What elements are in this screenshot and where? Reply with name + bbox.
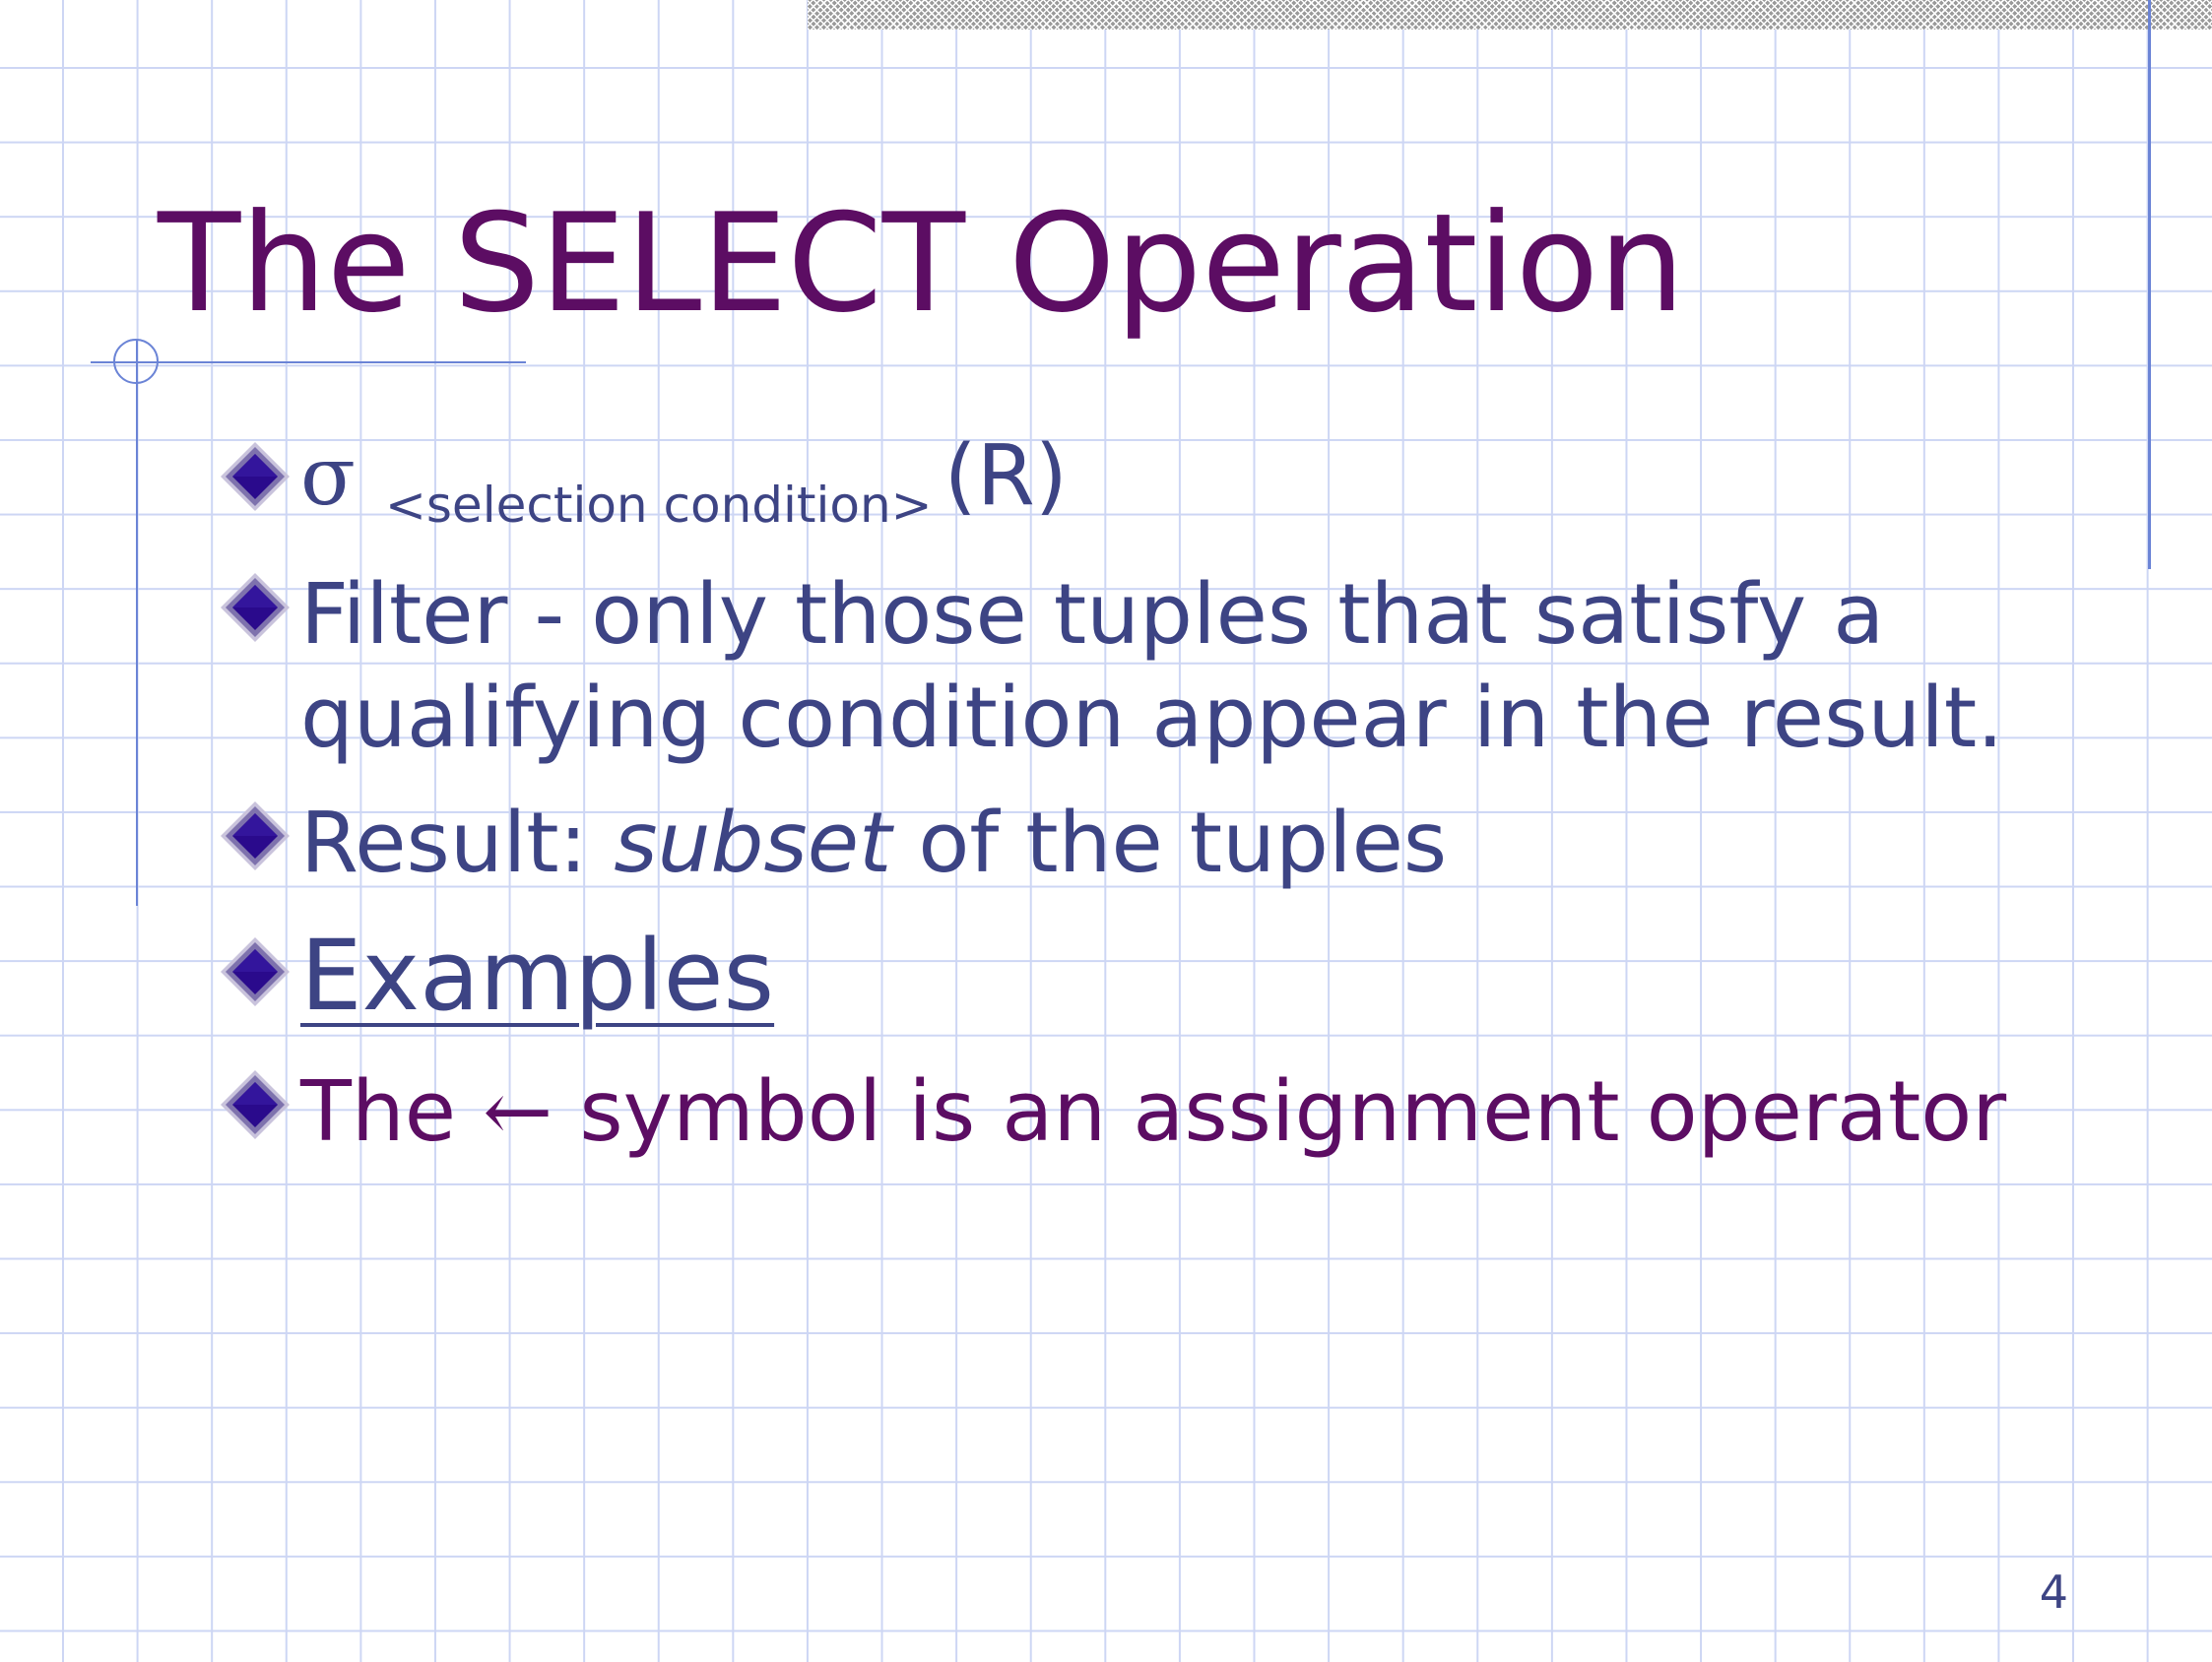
page-number: 4: [2039, 1566, 2068, 1619]
subset-emphasis: subset: [614, 795, 892, 892]
diamond-bullet-icon: [221, 573, 290, 642]
result-suffix: of the tuples: [891, 795, 1448, 892]
assignment-prefix: The: [300, 1063, 484, 1161]
selection-condition-subscript: <selection condition>: [384, 477, 933, 534]
diamond-bullet-icon: [221, 1070, 290, 1139]
result-prefix: Result:: [300, 795, 615, 892]
left-vertical-rule: [136, 340, 138, 906]
relation-argument: (R): [943, 427, 1068, 525]
left-arrow-symbol: ←: [483, 1063, 553, 1161]
bullet-filter-line-1: Filter - only those tuples that satisfy …: [300, 566, 1885, 664]
bullet-assignment-operator: The ← symbol is an assignment operator: [300, 1061, 2006, 1164]
diamond-bullet-icon: [221, 442, 290, 511]
diamond-bullet-icon: [221, 801, 290, 870]
bullet-examples: Examples: [300, 926, 774, 1033]
assignment-suffix: symbol is an assignment operator: [553, 1063, 2007, 1161]
bullet-selection-syntax: σ <selection condition> (R): [300, 425, 1068, 539]
examples-link[interactable]: Examples: [300, 920, 774, 1033]
bullet-filter-line-2: qualifying condition appear in the resul…: [300, 670, 2004, 767]
hatched-header-bar: [808, 0, 2212, 30]
bullet-result: Result: subset of the tuples: [300, 793, 1447, 895]
sigma-symbol: σ: [300, 430, 356, 524]
diamond-bullet-icon: [221, 937, 290, 1006]
slide-title: The SELECT Operation: [158, 184, 1685, 343]
crosshair-circle-icon: [113, 339, 159, 384]
right-decorative-rule: [2148, 0, 2151, 569]
